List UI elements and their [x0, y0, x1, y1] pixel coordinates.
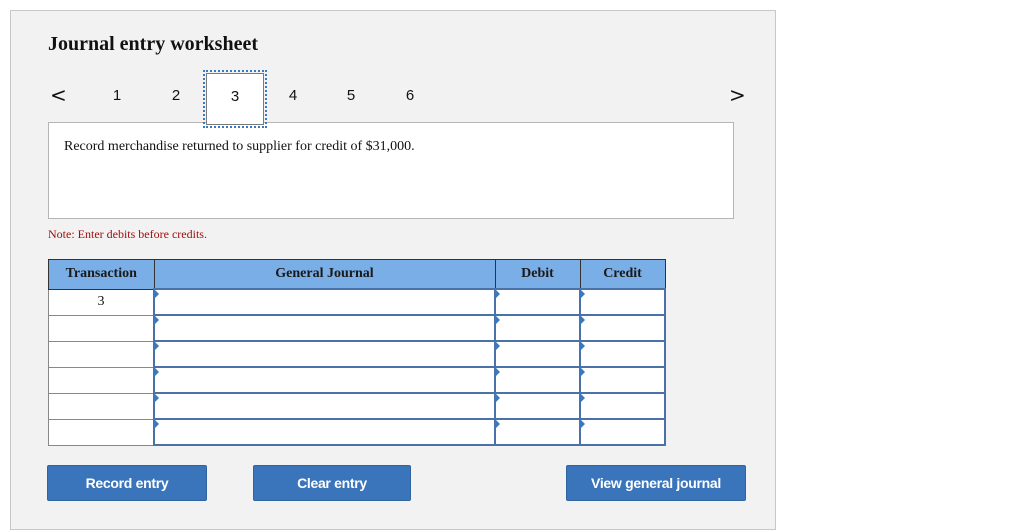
header-debit: Debit: [494, 259, 581, 290]
table-row: [48, 314, 666, 342]
credit-cell: [579, 418, 666, 446]
step-5[interactable]: 5: [322, 73, 380, 123]
worksheet-title: Journal entry worksheet: [48, 33, 258, 55]
cell-marker-icon: [495, 289, 500, 299]
table-row: [48, 340, 666, 368]
account-input[interactable]: [155, 421, 494, 443]
credit-input[interactable]: [581, 343, 664, 365]
credit-cell: [579, 392, 666, 420]
table-header-row: Transaction General Journal Debit Credit: [48, 259, 666, 290]
transaction-prompt: Record merchandise returned to supplier …: [64, 139, 415, 154]
credit-cell: [579, 340, 666, 368]
account-input[interactable]: [155, 369, 494, 391]
header-transaction: Transaction: [48, 259, 155, 290]
cell-marker-icon: [154, 393, 159, 403]
step-6[interactable]: 6: [381, 73, 439, 123]
record-entry-button[interactable]: Record entry: [47, 465, 207, 501]
debit-cell: [494, 288, 581, 316]
account-cell: [153, 288, 496, 316]
account-input[interactable]: [155, 343, 494, 365]
cell-marker-icon: [495, 315, 500, 325]
step-1[interactable]: 1: [88, 73, 146, 123]
cell-marker-icon: [495, 367, 500, 377]
cell-marker-icon: [154, 419, 159, 429]
debit-input[interactable]: [496, 291, 579, 313]
table-row: 3: [48, 288, 666, 316]
table-row: [48, 392, 666, 420]
credit-input[interactable]: [581, 369, 664, 391]
cell-marker-icon: [580, 341, 585, 351]
credit-cell: [579, 288, 666, 316]
debit-cell: [494, 366, 581, 394]
step-3-active[interactable]: 3: [203, 70, 267, 128]
account-cell: [153, 418, 496, 446]
account-input[interactable]: [155, 395, 494, 417]
debit-input[interactable]: [496, 395, 579, 417]
journal-entry-worksheet-panel: Journal entry worksheet < 1 2 3 4 5 6 > …: [10, 10, 776, 530]
transaction-cell: [48, 418, 155, 446]
cell-marker-icon: [495, 393, 500, 403]
transaction-prompt-box: Record merchandise returned to supplier …: [48, 122, 734, 219]
step-navigation: < 1 2 3 4 5 6 >: [11, 70, 777, 128]
journal-entry-table: Transaction General Journal Debit Credit…: [48, 259, 666, 446]
view-general-journal-button[interactable]: View general journal: [566, 465, 746, 501]
cell-marker-icon: [580, 419, 585, 429]
header-general-journal: General Journal: [153, 259, 496, 290]
credit-input[interactable]: [581, 291, 664, 313]
step-4[interactable]: 4: [264, 73, 322, 123]
debit-cell: [494, 314, 581, 342]
transaction-cell: [48, 340, 155, 368]
cell-marker-icon: [580, 393, 585, 403]
debit-input[interactable]: [496, 317, 579, 339]
account-input[interactable]: [155, 291, 494, 313]
account-input[interactable]: [155, 317, 494, 339]
transaction-cell: [48, 392, 155, 420]
transaction-cell: [48, 366, 155, 394]
clear-entry-button[interactable]: Clear entry: [253, 465, 411, 501]
debit-input[interactable]: [496, 343, 579, 365]
debit-input[interactable]: [496, 421, 579, 443]
chevron-right-icon[interactable]: >: [729, 83, 746, 107]
cell-marker-icon: [154, 341, 159, 351]
credit-cell: [579, 366, 666, 394]
table-row: [48, 418, 666, 446]
cell-marker-icon: [580, 315, 585, 325]
debit-cell: [494, 392, 581, 420]
cell-marker-icon: [580, 289, 585, 299]
cell-marker-icon: [154, 289, 159, 299]
debit-cell: [494, 340, 581, 368]
account-cell: [153, 340, 496, 368]
cell-marker-icon: [495, 419, 500, 429]
transaction-cell: [48, 314, 155, 342]
credit-input[interactable]: [581, 317, 664, 339]
header-credit: Credit: [579, 259, 666, 290]
cell-marker-icon: [580, 367, 585, 377]
step-2[interactable]: 2: [147, 73, 205, 123]
credit-input[interactable]: [581, 421, 664, 443]
debit-credit-note: Note: Enter debits before credits.: [48, 227, 207, 241]
chevron-left-icon[interactable]: <: [50, 83, 67, 107]
transaction-cell: 3: [48, 288, 155, 316]
account-cell: [153, 366, 496, 394]
account-cell: [153, 314, 496, 342]
credit-cell: [579, 314, 666, 342]
table-row: [48, 366, 666, 394]
credit-input[interactable]: [581, 395, 664, 417]
cell-marker-icon: [154, 367, 159, 377]
debit-input[interactable]: [496, 369, 579, 391]
cell-marker-icon: [154, 315, 159, 325]
cell-marker-icon: [495, 341, 500, 351]
account-cell: [153, 392, 496, 420]
debit-cell: [494, 418, 581, 446]
